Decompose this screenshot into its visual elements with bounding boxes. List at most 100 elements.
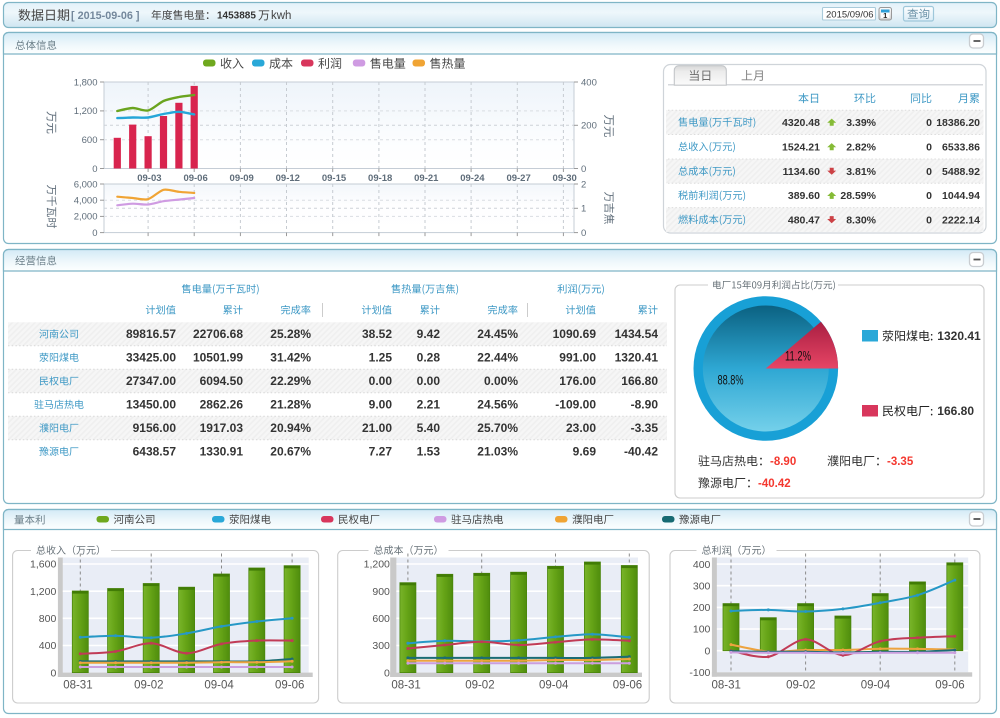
- svg-text:600: 600: [82, 135, 98, 146]
- svg-text:2: 2: [581, 179, 586, 190]
- svg-text:600: 600: [372, 613, 390, 625]
- svg-text:88.8%: 88.8%: [718, 373, 744, 388]
- svg-text:389.60: 389.60: [788, 190, 820, 202]
- svg-text:0: 0: [926, 166, 932, 178]
- svg-text:0: 0: [92, 164, 97, 175]
- svg-text:09-04: 09-04: [861, 679, 891, 691]
- svg-text:1524.21: 1524.21: [782, 141, 820, 153]
- svg-text:09-02: 09-02: [786, 679, 815, 691]
- svg-text:08-31: 08-31: [391, 679, 420, 691]
- svg-text:1917.03: 1917.03: [200, 421, 244, 435]
- svg-text:0: 0: [50, 667, 56, 679]
- svg-text:09-18: 09-18: [368, 173, 392, 184]
- svg-text:1,200: 1,200: [30, 586, 56, 598]
- svg-text:3.39%: 3.39%: [846, 117, 876, 129]
- svg-text:0: 0: [926, 117, 932, 129]
- svg-text:22.44%: 22.44%: [477, 351, 518, 365]
- svg-text:1: 1: [581, 204, 586, 215]
- svg-text:0: 0: [705, 645, 711, 657]
- svg-text:-8.90: -8.90: [631, 398, 659, 412]
- svg-text:900: 900: [372, 586, 390, 598]
- svg-text:6438.57: 6438.57: [133, 445, 177, 459]
- svg-text:1090.69: 1090.69: [553, 327, 597, 341]
- svg-text:25.70%: 25.70%: [477, 421, 518, 435]
- svg-text:7.27: 7.27: [369, 445, 393, 459]
- svg-text:9156.00: 9156.00: [133, 421, 177, 435]
- svg-text:11.2%: 11.2%: [785, 349, 811, 364]
- svg-text:09-24: 09-24: [460, 173, 485, 184]
- svg-text:09-06: 09-06: [183, 173, 207, 184]
- svg-text:0: 0: [926, 190, 932, 202]
- svg-text:480.47: 480.47: [788, 214, 820, 226]
- svg-text:-109.00: -109.00: [555, 398, 596, 412]
- svg-text:21.03%: 21.03%: [477, 445, 518, 459]
- svg-text:0: 0: [92, 228, 97, 239]
- svg-text:-3.35: -3.35: [887, 456, 914, 468]
- svg-text:24.56%: 24.56%: [477, 398, 518, 412]
- svg-text:18386.20: 18386.20: [936, 117, 980, 129]
- svg-text:6,000: 6,000: [74, 179, 98, 190]
- svg-text:1.25: 1.25: [369, 351, 393, 365]
- svg-text:0: 0: [926, 214, 932, 226]
- svg-text:0: 0: [581, 228, 586, 239]
- svg-text:2,000: 2,000: [74, 212, 98, 223]
- svg-text:1: 1: [883, 11, 887, 20]
- svg-text:9.00: 9.00: [369, 398, 393, 412]
- svg-text:-8.90: -8.90: [770, 456, 796, 468]
- svg-text:400: 400: [581, 77, 597, 88]
- svg-text:8.30%: 8.30%: [846, 214, 876, 226]
- svg-text:[ 2015-09-06 ]: [ 2015-09-06 ]: [71, 10, 139, 22]
- svg-text:09-06: 09-06: [935, 679, 964, 691]
- svg-text:1434.54: 1434.54: [615, 327, 659, 341]
- svg-text:100: 100: [693, 624, 711, 636]
- svg-text:2015/09/06: 2015/09/06: [826, 9, 874, 20]
- svg-text:20.94%: 20.94%: [270, 421, 311, 435]
- svg-text:22706.68: 22706.68: [193, 327, 243, 341]
- svg-text:6094.50: 6094.50: [200, 374, 244, 388]
- svg-text:5.40: 5.40: [417, 421, 441, 435]
- svg-text:1330.91: 1330.91: [200, 445, 244, 459]
- svg-text:23.00: 23.00: [566, 421, 596, 435]
- svg-text:31.42%: 31.42%: [270, 351, 311, 365]
- svg-text:33425.00: 33425.00: [126, 351, 176, 365]
- svg-text:2222.14: 2222.14: [942, 214, 980, 226]
- svg-text:13450.00: 13450.00: [126, 398, 176, 412]
- svg-text:09-09: 09-09: [230, 173, 254, 184]
- svg-text:0.00: 0.00: [417, 374, 441, 388]
- svg-text:08-31: 08-31: [711, 679, 740, 691]
- svg-text:2.82%: 2.82%: [846, 141, 876, 153]
- svg-text:0: 0: [384, 667, 390, 679]
- svg-text:kwh: kwh: [271, 10, 291, 22]
- svg-text:0.00: 0.00: [369, 374, 393, 388]
- svg-text:1,800: 1,800: [74, 77, 98, 88]
- svg-text:09-02: 09-02: [465, 679, 494, 691]
- svg-text:09-21: 09-21: [414, 173, 439, 184]
- svg-text:09-06: 09-06: [275, 679, 304, 691]
- svg-text:0: 0: [581, 164, 586, 175]
- svg-text:5488.92: 5488.92: [942, 166, 980, 178]
- svg-text:166.80: 166.80: [621, 374, 658, 388]
- svg-text:400: 400: [693, 559, 711, 571]
- svg-text:0.28: 0.28: [417, 351, 441, 365]
- svg-text:09-03: 09-03: [137, 173, 161, 184]
- svg-text:0.00%: 0.00%: [484, 374, 518, 388]
- svg-text:09-12: 09-12: [276, 173, 300, 184]
- svg-text:400: 400: [39, 640, 57, 652]
- svg-text:09-27: 09-27: [506, 173, 530, 184]
- svg-text:-40.42: -40.42: [758, 478, 791, 490]
- svg-text:2.21: 2.21: [417, 398, 441, 412]
- svg-text:09-30: 09-30: [553, 173, 577, 184]
- svg-text:300: 300: [372, 640, 390, 652]
- svg-text:1320.41: 1320.41: [937, 329, 981, 343]
- svg-text:800: 800: [39, 613, 57, 625]
- svg-text:1,200: 1,200: [74, 106, 98, 117]
- svg-text:1,200: 1,200: [364, 559, 390, 571]
- svg-text:9.42: 9.42: [417, 327, 441, 341]
- svg-text:1044.94: 1044.94: [942, 190, 980, 202]
- svg-text:-100: -100: [689, 667, 710, 679]
- svg-text:10501.99: 10501.99: [193, 351, 243, 365]
- svg-text:08-31: 08-31: [63, 679, 92, 691]
- svg-text:300: 300: [693, 580, 711, 592]
- svg-text:1134.60: 1134.60: [783, 166, 821, 178]
- svg-text:38.52: 38.52: [362, 327, 392, 341]
